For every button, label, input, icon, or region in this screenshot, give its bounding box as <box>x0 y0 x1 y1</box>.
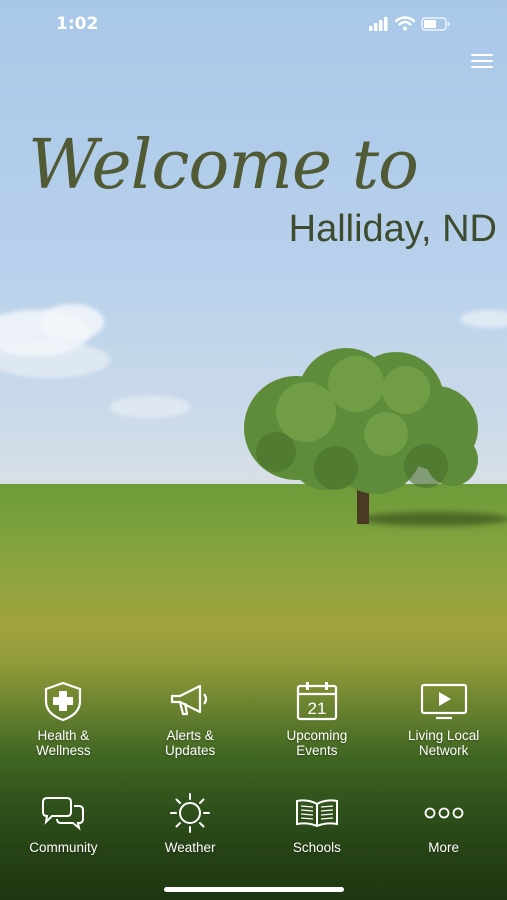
weather-label: Weather <box>164 840 216 855</box>
cloud <box>40 304 104 340</box>
cloud <box>110 396 190 418</box>
upcoming-events-button[interactable]: 21 Upcoming Events <box>254 680 381 758</box>
cellular-signal-icon <box>369 16 388 31</box>
tile-label: Upcoming Events <box>286 728 347 758</box>
more-dots-icon <box>424 807 464 819</box>
home-indicator[interactable] <box>164 887 344 892</box>
wifi-icon <box>395 16 415 31</box>
feature-grid: Health & Wellness Alerts & Updates 21 Up… <box>0 680 507 855</box>
cloud <box>460 310 507 328</box>
tile-label-line: Upcoming <box>286 728 348 743</box>
chat-bubbles-icon <box>42 797 85 831</box>
living-local-network-button[interactable]: Living Local Network <box>380 680 507 758</box>
megaphone-icon <box>171 684 208 716</box>
alerts-updates-button[interactable]: Alerts & Updates <box>127 680 254 758</box>
status-bar: 1:02 <box>0 0 507 46</box>
tile-label-line: Alerts & <box>166 728 214 743</box>
sun-icon <box>170 793 211 833</box>
tile-label-line: Wellness <box>36 743 91 758</box>
more-label: More <box>428 840 459 855</box>
status-time: 1:02 <box>56 14 99 34</box>
welcome-heading: Welcome to <box>28 126 419 205</box>
book-icon <box>295 799 338 828</box>
tile-label-line: Updates <box>164 743 216 758</box>
schools-label: Schools <box>292 840 341 855</box>
cloud <box>0 342 110 378</box>
battery-icon <box>421 16 450 31</box>
status-icons <box>369 16 451 31</box>
tile-label-line: Events <box>296 743 338 758</box>
shield-cross-icon <box>45 681 82 722</box>
tile-label: Alerts & Updates <box>165 728 215 758</box>
town-name: Halliday, ND <box>288 208 497 250</box>
tree-image <box>244 348 478 524</box>
hamburger-menu-icon[interactable] <box>471 54 493 70</box>
weather-button[interactable]: Weather <box>127 792 254 855</box>
home-screen: 1:02 Welcome to Halliday, ND Health & We… <box>0 0 507 900</box>
tile-label: Health & Wellness <box>36 728 91 758</box>
health-wellness-button[interactable]: Health & Wellness <box>0 680 127 758</box>
community-label: Community <box>29 840 98 855</box>
calendar-day: 21 <box>307 699 326 718</box>
tile-label-line: Network <box>418 743 469 758</box>
tile-label: Living Local Network <box>408 728 479 758</box>
tile-label-line: Health & <box>37 728 90 743</box>
calendar-icon: 21 <box>296 682 337 721</box>
tile-label-line: Living Local <box>407 728 480 743</box>
schools-button[interactable]: Schools <box>254 792 381 855</box>
community-button[interactable]: Community <box>0 792 127 855</box>
tv-play-icon <box>420 683 467 720</box>
more-button[interactable]: More <box>380 792 507 855</box>
